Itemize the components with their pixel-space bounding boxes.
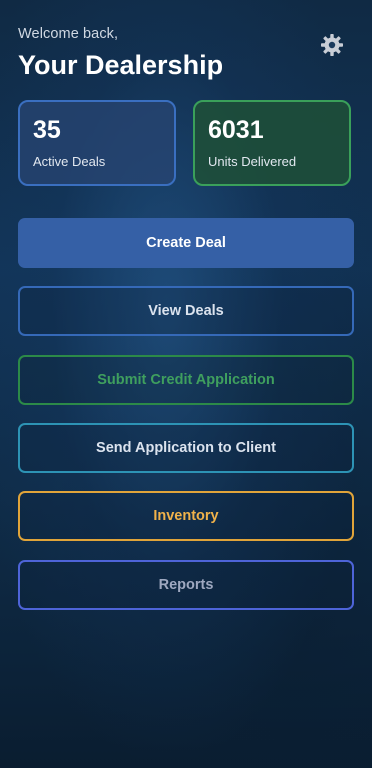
active-deals-card[interactable]: 35 Active Deals xyxy=(18,100,176,186)
units-delivered-card[interactable]: 6031 Units Delivered xyxy=(193,100,351,186)
active-deals-label: Active Deals xyxy=(33,154,106,169)
view-deals-button[interactable]: View Deals xyxy=(18,286,354,336)
send-application-button[interactable]: Send Application to Client xyxy=(18,423,354,473)
submit-credit-application-button[interactable]: Submit Credit Application xyxy=(18,355,354,405)
create-deal-button[interactable]: Create Deal xyxy=(18,218,354,268)
welcome-text: Welcome back, xyxy=(18,26,119,42)
inventory-button[interactable]: Inventory xyxy=(18,491,354,541)
gear-icon xyxy=(321,34,343,56)
reports-button[interactable]: Reports xyxy=(18,560,354,610)
settings-button[interactable] xyxy=(320,33,344,57)
units-delivered-count: 6031 xyxy=(208,116,264,144)
units-delivered-label: Units Delivered xyxy=(208,154,297,169)
page-title: Your Dealership xyxy=(18,50,224,80)
active-deals-count: 35 xyxy=(33,116,61,144)
